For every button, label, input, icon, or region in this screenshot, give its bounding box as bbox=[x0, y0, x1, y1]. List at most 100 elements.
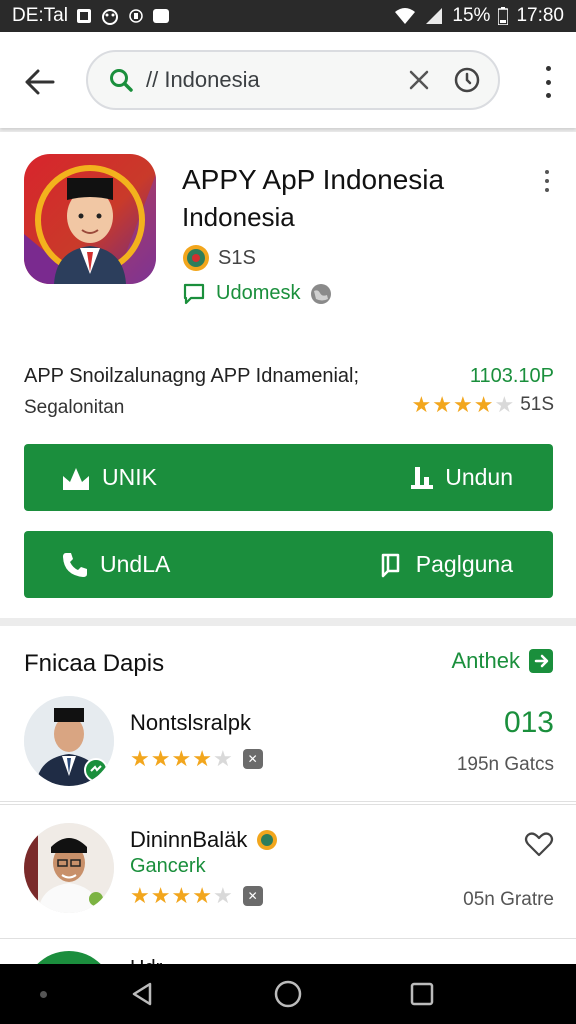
app-title: APPY ApP Indonesia bbox=[182, 164, 445, 195]
nav-back-button[interactable] bbox=[126, 978, 158, 1010]
triangle-back-icon bbox=[132, 982, 152, 1006]
list-item[interactable]: DininnBaläk Gancerk ★ ★ ★ ★ ★ ✕ 05n Gratre bbox=[0, 804, 576, 936]
nav-indicator bbox=[40, 991, 47, 998]
star-icon: ★ bbox=[212, 746, 233, 771]
circle-home-icon bbox=[274, 980, 302, 1008]
list-item-meta: 195n Gatcs bbox=[456, 754, 554, 775]
list-item-name: Nontslsralpk bbox=[130, 710, 252, 735]
globe-icon bbox=[311, 283, 332, 304]
app-description-secondary: Segalonitan bbox=[24, 397, 125, 418]
list-item-value: 013 bbox=[503, 706, 554, 739]
app-notification-icon bbox=[100, 7, 120, 25]
rating-badge-icon: ✕ bbox=[242, 749, 263, 769]
star-icon: ★ bbox=[494, 392, 515, 417]
heart-icon bbox=[524, 832, 554, 857]
star-icon: ★ bbox=[192, 746, 212, 771]
message-notification-icon bbox=[152, 8, 170, 24]
carrier-label: DE:Tal bbox=[12, 5, 68, 26]
settings-notification-icon bbox=[128, 8, 144, 24]
star-icon: ★ bbox=[411, 392, 432, 417]
nav-home-button[interactable] bbox=[272, 978, 304, 1010]
unik-button[interactable]: UNIK bbox=[60, 444, 157, 511]
voice-search-button[interactable] bbox=[452, 65, 482, 95]
star-icon: ★ bbox=[171, 746, 192, 771]
star-icon: ★ bbox=[130, 746, 150, 771]
battery-percent: 15% bbox=[452, 5, 491, 26]
battery-icon bbox=[498, 7, 509, 25]
clear-search-button[interactable] bbox=[404, 65, 434, 95]
see-more-link[interactable]: Anthek bbox=[452, 648, 555, 674]
app-overflow-menu[interactable] bbox=[542, 170, 552, 192]
guide-button-label[interactable]: Paglguna bbox=[416, 551, 513, 578]
search-query[interactable]: // Indonesia bbox=[146, 67, 404, 93]
rating-stars: ★ ★ ★ ★ ★ bbox=[412, 394, 515, 416]
star-icon: ★ bbox=[212, 883, 233, 908]
phone-icon bbox=[63, 552, 87, 577]
related-apps-section: Fnicaa Dapis Anthek Nontslsralpk ★ ★ ★ ★ ★ ✕… bbox=[0, 626, 576, 978]
crown-icon bbox=[63, 467, 89, 490]
navigation-bar bbox=[0, 964, 576, 1024]
section-title: Fnicaa Dapis bbox=[24, 650, 165, 677]
developer-name[interactable]: Udomesk bbox=[216, 282, 300, 305]
app-subtitle: Indonesia bbox=[182, 202, 295, 232]
star-icon: ★ bbox=[432, 392, 452, 417]
notification-icon bbox=[76, 8, 92, 24]
call-button-label[interactable]: UndLA bbox=[100, 551, 170, 578]
app-icon[interactable] bbox=[24, 154, 156, 284]
signal-icon bbox=[424, 7, 444, 25]
nav-recents-button[interactable] bbox=[406, 978, 438, 1010]
star-icon: ★ bbox=[473, 392, 494, 417]
see-more-label[interactable]: Anthek bbox=[452, 648, 521, 674]
avatar bbox=[24, 823, 114, 913]
download-bars-icon bbox=[411, 466, 434, 489]
search-input[interactable]: // Indonesia bbox=[86, 50, 500, 110]
app-rating: ★ ★ ★ ★ ★ 51S bbox=[412, 394, 554, 416]
overflow-menu-button[interactable] bbox=[538, 64, 558, 100]
status-bar: DE:Tal 15% 17:80 bbox=[0, 0, 576, 32]
rating-stars: ★ ★ ★ ★ ★ bbox=[130, 885, 233, 907]
star-icon: ★ bbox=[171, 883, 192, 908]
star-icon: ★ bbox=[150, 746, 171, 771]
list-item-rating: ★ ★ ★ ★ ★ ✕ bbox=[130, 748, 263, 770]
app-description: APP Snoilzalunagng APP Idnamenial; bbox=[24, 365, 360, 387]
list-item-rating: ★ ★ ★ ★ ★ ✕ bbox=[130, 885, 263, 907]
call-button[interactable]: UndLA bbox=[60, 531, 170, 598]
emblem-icon bbox=[256, 830, 277, 850]
emblem-icon bbox=[183, 245, 209, 271]
history-icon bbox=[454, 67, 480, 93]
list-item-subtitle: Gancerk bbox=[130, 855, 206, 877]
star-icon: ★ bbox=[192, 883, 212, 908]
star-icon: ★ bbox=[150, 883, 171, 908]
favorite-button[interactable] bbox=[524, 829, 554, 859]
arrow-back-icon bbox=[25, 69, 55, 95]
back-button[interactable] bbox=[18, 60, 62, 104]
list-item-meta: 05n Gratre bbox=[463, 889, 554, 910]
book-icon bbox=[381, 553, 400, 577]
star-icon: ★ bbox=[130, 883, 150, 908]
rating-count: 51S bbox=[520, 394, 554, 415]
list-item-name: DininnBaläk bbox=[130, 827, 278, 853]
undun-button-label[interactable]: Undun bbox=[445, 464, 513, 491]
wifi-icon bbox=[394, 7, 416, 25]
unik-button-label[interactable]: UNIK bbox=[102, 464, 157, 491]
rating-stars: ★ ★ ★ ★ ★ bbox=[130, 748, 233, 770]
undun-button[interactable]: Undun bbox=[409, 444, 513, 511]
close-icon bbox=[409, 70, 429, 90]
square-recents-icon bbox=[410, 982, 434, 1006]
arrow-badge-icon bbox=[529, 649, 553, 673]
app-size-value: 1103.10P bbox=[469, 365, 554, 387]
verified-badge-icon bbox=[84, 758, 108, 782]
list-item[interactable]: Nontslsralpk ★ ★ ★ ★ ★ ✕ 013 195n Gatcs bbox=[0, 690, 576, 802]
guide-button[interactable]: Paglguna bbox=[380, 531, 513, 598]
clock: 17:80 bbox=[516, 5, 564, 26]
app-detail-card: APPY ApP Indonesia Indonesia S1S Udomesk… bbox=[0, 132, 576, 618]
search-header: // Indonesia bbox=[0, 32, 576, 128]
star-icon: ★ bbox=[452, 392, 473, 417]
primary-action-button-row: UNIK Undun bbox=[24, 444, 553, 511]
secondary-action-button-row: UndLA Paglguna bbox=[24, 531, 553, 598]
avatar bbox=[24, 696, 114, 786]
search-icon bbox=[106, 65, 136, 95]
app-developer-link[interactable]: Udomesk bbox=[182, 282, 332, 305]
rating-badge-icon: ✕ bbox=[242, 886, 263, 906]
chat-icon bbox=[183, 283, 205, 304]
